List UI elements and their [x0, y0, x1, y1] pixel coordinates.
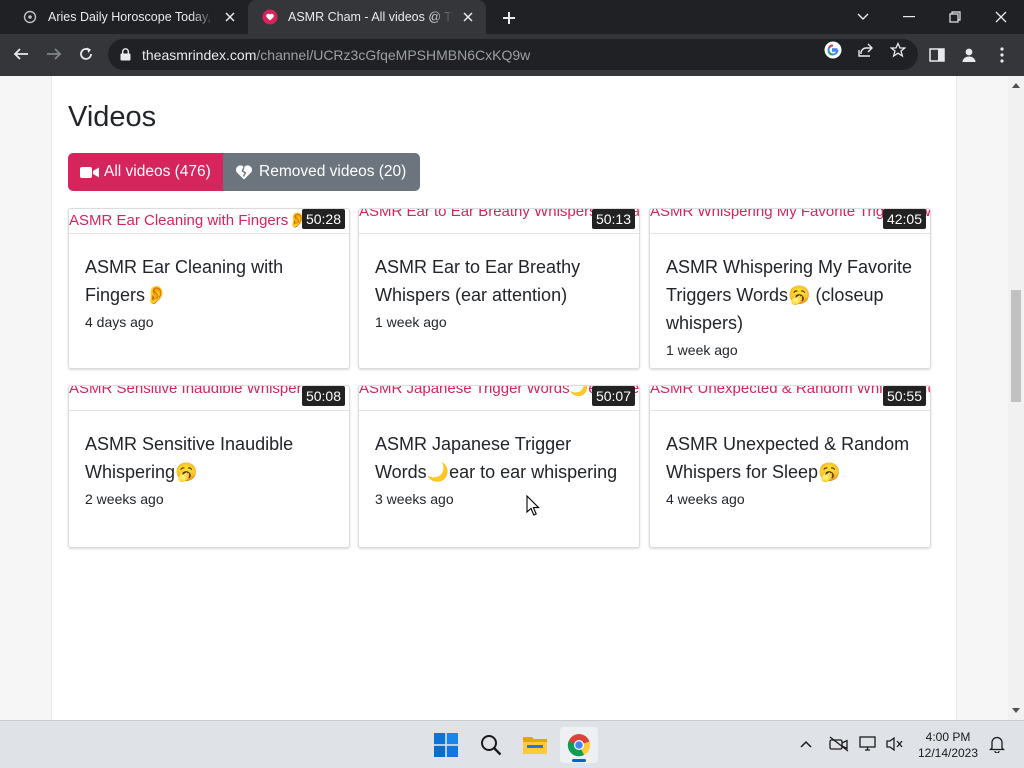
duration-badge: 50:07 — [591, 386, 635, 406]
heart-favicon-icon — [262, 9, 278, 25]
all-videos-label: All videos (476) — [104, 163, 211, 180]
video-title[interactable]: ASMR Ear to Ear Breathy Whispers (ear at… — [375, 253, 623, 309]
scrollbar-thumb[interactable] — [1011, 290, 1021, 402]
browser-tab-strip: Aries Daily Horoscope Today, Dec ASMR Ch… — [0, 0, 1024, 34]
tab-title: Aries Daily Horoscope Today, Dec — [48, 10, 216, 24]
video-filter-group: All videos (476) Removed videos (20) — [68, 153, 420, 191]
video-card[interactable]: ASMR Ear Cleaning with Fingers👂 50:28 AS… — [68, 208, 350, 369]
video-title[interactable]: ASMR Ear Cleaning with Fingers👂 — [85, 253, 333, 309]
tab-close-icon[interactable] — [222, 9, 238, 25]
page-title: Videos — [68, 101, 157, 133]
mouse-cursor-icon — [526, 494, 540, 517]
search-icon[interactable] — [472, 727, 510, 763]
meet-now-icon[interactable] — [828, 733, 850, 755]
tab-close-icon[interactable] — [460, 9, 476, 25]
duration-badge: 50:08 — [301, 386, 345, 406]
system-clock[interactable]: 4:00 PM 12/14/2023 — [912, 729, 984, 761]
side-panel-icon[interactable] — [925, 43, 949, 67]
windows-taskbar: 4:00 PM 12/14/2023 — [0, 720, 1024, 768]
scroll-up-icon[interactable] — [1011, 80, 1021, 90]
video-card[interactable]: ASMR Ear to Ear Breathy Whispers (ear at… — [358, 208, 640, 369]
video-thumbnail[interactable]: ASMR Ear Cleaning with Fingers👂 50:28 — [69, 209, 349, 234]
video-published-time: 4 days ago — [85, 314, 154, 330]
share-icon[interactable] — [857, 41, 875, 59]
video-card[interactable]: ASMR Japanese Trigger Words🌙ear to ear w… — [358, 385, 640, 548]
video-camera-icon — [80, 164, 100, 180]
video-published-time: 3 weeks ago — [375, 491, 454, 507]
video-published-time: 1 week ago — [375, 314, 447, 330]
globe-icon — [22, 9, 38, 25]
tab-asmr-cham[interactable]: ASMR Cham - All videos @ The A — [248, 0, 486, 34]
network-icon[interactable] — [858, 733, 880, 755]
chrome-taskbar-icon[interactable] — [560, 727, 598, 763]
show-hidden-icons-chevron-icon[interactable] — [795, 733, 817, 755]
video-title[interactable]: ASMR Unexpected & Random Whispers for Sl… — [666, 430, 914, 486]
removed-videos-label: Removed videos (20) — [259, 163, 407, 180]
google-lens-icon[interactable] — [824, 41, 842, 59]
back-arrow-icon[interactable] — [6, 39, 36, 69]
forward-arrow-icon[interactable] — [39, 39, 69, 69]
page-scrollbar[interactable] — [1008, 76, 1024, 720]
video-thumbnail[interactable]: ASMR Unexpected & Random Whispers for Sl… — [650, 386, 930, 411]
address-bar[interactable]: theasmrindex.com/channel/UCRz3cGfqeMPSHM… — [108, 39, 918, 70]
url-path: /channel/UCRz3cGfqeMPSHMBN6CxKQ9w — [256, 46, 531, 63]
volume-muted-icon[interactable] — [884, 733, 906, 755]
page-viewport: Videos All videos (476) Removed videos (… — [0, 76, 1008, 720]
duration-badge: 50:55 — [882, 386, 926, 406]
broken-heart-icon — [235, 164, 255, 180]
profile-icon[interactable] — [957, 43, 981, 67]
scroll-down-icon[interactable] — [1011, 706, 1021, 716]
restore-icon[interactable] — [932, 0, 978, 34]
tab-aries-horoscope[interactable]: Aries Daily Horoscope Today, Dec — [8, 0, 248, 34]
clock-time: 4:00 PM — [925, 730, 971, 744]
duration-badge: 50:28 — [301, 209, 345, 229]
video-title[interactable]: ASMR Japanese Trigger Words🌙ear to ear w… — [375, 430, 623, 486]
video-title[interactable]: ASMR Whispering My Favorite Triggers Wor… — [666, 253, 914, 337]
notification-bell-icon[interactable] — [986, 733, 1008, 755]
video-card[interactable]: ASMR Unexpected & Random Whispers for Sl… — [649, 385, 931, 548]
tab-search-chevron-icon[interactable] — [840, 0, 886, 34]
more-menu-icon[interactable] — [990, 43, 1014, 67]
video-thumbnail[interactable]: ASMR Sensitive Inaudible Whispering🥱 50:… — [69, 386, 349, 411]
duration-badge: 50:13 — [591, 209, 635, 229]
url-host: theasmrindex.com — [142, 46, 257, 63]
video-published-time: 4 weeks ago — [666, 491, 745, 507]
new-tab-icon[interactable] — [498, 7, 520, 29]
video-card[interactable]: ASMR Sensitive Inaudible Whispering🥱 50:… — [68, 385, 350, 548]
close-window-icon[interactable] — [978, 0, 1024, 34]
duration-badge: 42:05 — [882, 209, 926, 229]
reload-icon[interactable] — [71, 39, 101, 69]
browser-toolbar: theasmrindex.com/channel/UCRz3cGfqeMPSHM… — [0, 34, 1024, 76]
bookmark-star-icon[interactable] — [889, 41, 907, 59]
lock-icon[interactable] — [120, 48, 134, 62]
removed-videos-button[interactable]: Removed videos (20) — [223, 153, 420, 191]
video-published-time: 1 week ago — [666, 342, 738, 358]
video-thumbnail[interactable]: ASMR Japanese Trigger Words🌙ear to ear w… — [359, 386, 639, 411]
all-videos-button[interactable]: All videos (476) — [68, 153, 223, 191]
video-thumbnail[interactable]: ASMR Whispering My Favorite Triggers Wor… — [650, 209, 930, 234]
windows-start-icon[interactable] — [427, 727, 465, 763]
video-thumbnail[interactable]: ASMR Ear to Ear Breathy Whispers (ear at… — [359, 209, 639, 234]
file-explorer-icon[interactable] — [516, 727, 554, 763]
video-card[interactable]: ASMR Whispering My Favorite Triggers Wor… — [649, 208, 931, 369]
tab-title: ASMR Cham - All videos @ The A — [288, 10, 454, 24]
url-text: theasmrindex.com/channel/UCRz3cGfqeMPSHM… — [142, 47, 530, 63]
video-published-time: 2 weeks ago — [85, 491, 164, 507]
minimize-icon[interactable] — [886, 0, 932, 34]
video-title[interactable]: ASMR Sensitive Inaudible Whispering🥱 — [85, 430, 333, 486]
clock-date: 12/14/2023 — [917, 746, 979, 760]
